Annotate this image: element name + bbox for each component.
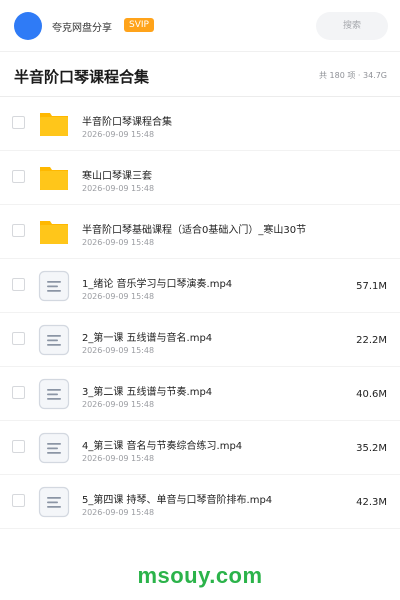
list-item[interactable]: 5_第四课 持琴、单音与口琴音阶排布.mp4 2026-09-09 15:48 …	[0, 475, 400, 529]
video-file-icon	[38, 486, 70, 518]
list-item[interactable]: 3_第二课 五线谱与节奏.mp4 2026-09-09 15:48 40.6M	[0, 367, 400, 421]
top-bar: 夸克网盘分享 SVIP 搜索	[0, 0, 400, 52]
avatar[interactable]	[14, 12, 42, 40]
svip-badge: SVIP	[124, 18, 154, 32]
folder-icon	[40, 113, 68, 136]
video-file-icon	[38, 324, 70, 356]
video-file-icon	[38, 270, 70, 302]
item-count-size: 共 180 项 · 34.7G	[319, 71, 387, 80]
item-date: 2026-09-09 15:48	[82, 292, 155, 301]
item-size: 22.2M	[356, 335, 387, 346]
item-name: 5_第四课 持琴、单音与口琴音阶排布.mp4	[82, 495, 273, 506]
item-date: 2026-09-09 15:48	[82, 130, 155, 139]
list-item[interactable]: 1_绪论 音乐学习与口琴演奏.mp4 2026-09-09 15:48 57.1…	[0, 259, 400, 313]
video-file-icon	[38, 432, 70, 464]
item-size: 40.6M	[356, 389, 387, 400]
item-size: 57.1M	[356, 281, 387, 292]
watermark-text: msouy.com	[137, 563, 263, 588]
item-name: 2_第一课 五线谱与音名.mp4	[82, 333, 213, 344]
item-name: 3_第二课 五线谱与节奏.mp4	[82, 387, 213, 398]
item-size: 42.3M	[356, 497, 387, 508]
item-date: 2026-09-09 15:48	[82, 454, 155, 463]
item-date: 2026-09-09 15:48	[82, 184, 155, 193]
select-checkbox[interactable]	[12, 332, 25, 345]
select-checkbox[interactable]	[12, 116, 25, 129]
title-bar: 半音阶口琴课程合集 共 180 项 · 34.7G	[0, 52, 400, 97]
list-item[interactable]: 2_第一课 五线谱与音名.mp4 2026-09-09 15:48 22.2M	[0, 313, 400, 367]
select-checkbox[interactable]	[12, 440, 25, 453]
owner-name: 夸克网盘分享	[52, 23, 112, 34]
item-date: 2026-09-09 15:48	[82, 508, 155, 517]
select-checkbox[interactable]	[12, 224, 25, 237]
select-checkbox[interactable]	[12, 170, 25, 183]
file-list: 半音阶口琴课程合集 2026-09-09 15:48 寒山口琴课三套 2026-…	[0, 97, 400, 529]
search-input[interactable]: 搜索	[316, 12, 388, 40]
item-date: 2026-09-09 15:48	[82, 238, 155, 247]
folder-icon	[40, 167, 68, 190]
list-item[interactable]: 寒山口琴课三套 2026-09-09 15:48	[0, 151, 400, 205]
select-checkbox[interactable]	[12, 494, 25, 507]
item-name: 半音阶口琴课程合集	[82, 117, 172, 128]
video-file-icon	[38, 378, 70, 410]
item-name: 半音阶口琴基础课程（适合0基础入门）_寒山30节	[82, 225, 307, 236]
list-item[interactable]: 半音阶口琴基础课程（适合0基础入门）_寒山30节 2026-09-09 15:4…	[0, 205, 400, 259]
list-item[interactable]: 4_第三课 音名与节奏综合练习.mp4 2026-09-09 15:48 35.…	[0, 421, 400, 475]
list-item[interactable]: 半音阶口琴课程合集 2026-09-09 15:48	[0, 97, 400, 151]
select-checkbox[interactable]	[12, 386, 25, 399]
item-date: 2026-09-09 15:48	[82, 400, 155, 409]
item-size: 35.2M	[356, 443, 387, 454]
select-checkbox[interactable]	[12, 278, 25, 291]
page-title: 半音阶口琴课程合集	[14, 68, 150, 86]
item-name: 寒山口琴课三套	[82, 171, 152, 182]
item-name: 4_第三课 音名与节奏综合练习.mp4	[82, 441, 243, 452]
folder-icon	[40, 221, 68, 244]
item-name: 1_绪论 音乐学习与口琴演奏.mp4	[82, 279, 233, 290]
item-date: 2026-09-09 15:48	[82, 346, 155, 355]
